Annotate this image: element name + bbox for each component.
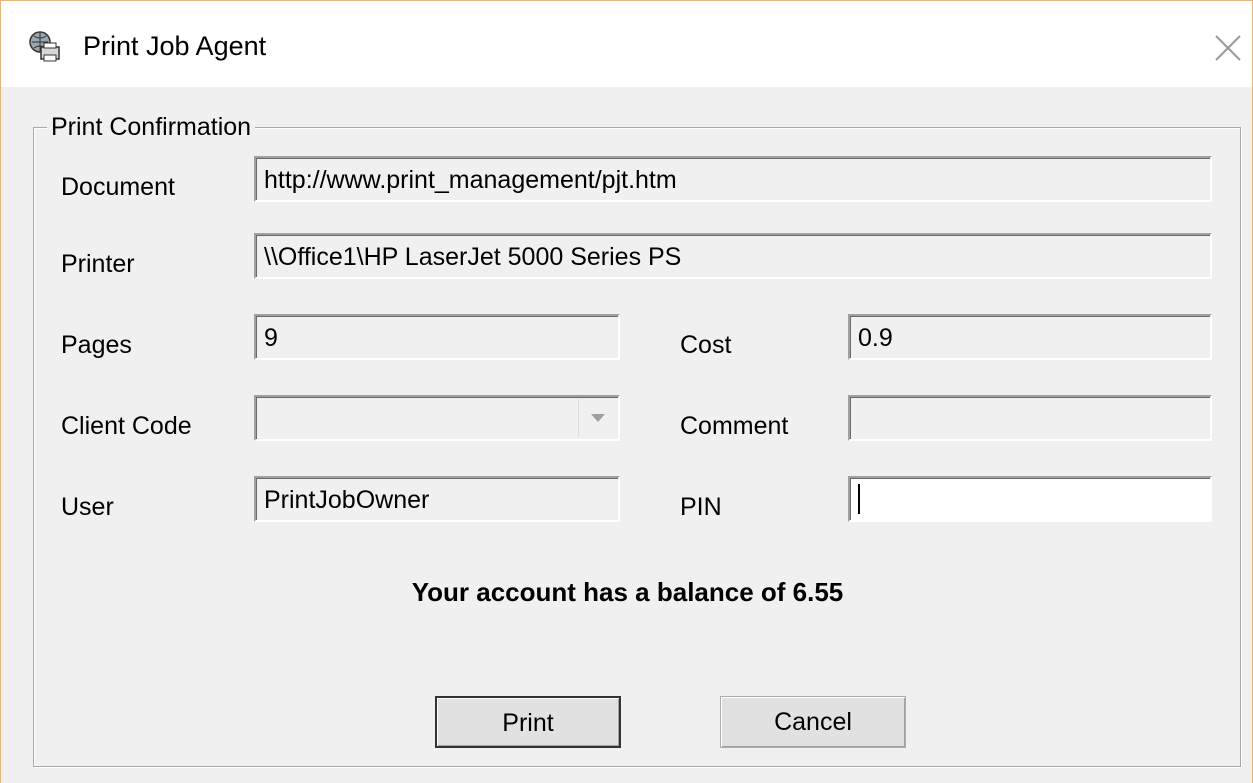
user-value: PrintJobOwner bbox=[264, 486, 430, 514]
printer-field[interactable]: \\Office1\HP LaserJet 5000 Series PS bbox=[254, 233, 1212, 279]
printer-globe-icon bbox=[29, 31, 60, 62]
client-code-label: Client Code bbox=[61, 412, 192, 440]
text-caret bbox=[858, 484, 860, 514]
close-icon[interactable] bbox=[1211, 31, 1245, 65]
balance-message: Your account has a balance of 6.55 bbox=[411, 577, 844, 607]
cost-field[interactable]: 0.9 bbox=[848, 314, 1212, 360]
group-legend: Print Confirmation bbox=[47, 113, 256, 142]
user-field[interactable]: PrintJobOwner bbox=[254, 476, 620, 522]
comment-label: Comment bbox=[680, 412, 789, 440]
pages-label: Pages bbox=[61, 331, 132, 359]
document-label: Document bbox=[61, 173, 175, 201]
chevron-down-icon bbox=[591, 414, 605, 422]
pin-field[interactable] bbox=[848, 476, 1212, 522]
print-button[interactable]: Print bbox=[435, 696, 621, 748]
title-bar: Print Job Agent bbox=[1, 1, 1252, 87]
user-label: User bbox=[61, 493, 114, 521]
client-code-dropdown[interactable] bbox=[254, 395, 620, 441]
document-value: http://www.print_management/pjt.htm bbox=[264, 166, 677, 194]
client-code-dropdown-button[interactable] bbox=[578, 399, 616, 437]
printer-value: \\Office1\HP LaserJet 5000 Series PS bbox=[264, 243, 682, 271]
cancel-button[interactable]: Cancel bbox=[720, 696, 906, 748]
comment-field[interactable] bbox=[848, 395, 1212, 441]
cost-value: 0.9 bbox=[858, 324, 893, 352]
print-job-agent-window: Print Job Agent Print Confirmation Docum… bbox=[0, 0, 1253, 783]
print-confirmation-group bbox=[33, 127, 1241, 767]
printer-label: Printer bbox=[61, 250, 135, 278]
pin-label: PIN bbox=[680, 493, 722, 521]
pages-field[interactable]: 9 bbox=[254, 314, 620, 360]
document-field[interactable]: http://www.print_management/pjt.htm bbox=[254, 156, 1212, 202]
cost-label: Cost bbox=[680, 331, 732, 359]
window-title: Print Job Agent bbox=[83, 31, 267, 61]
pages-value: 9 bbox=[264, 324, 278, 352]
